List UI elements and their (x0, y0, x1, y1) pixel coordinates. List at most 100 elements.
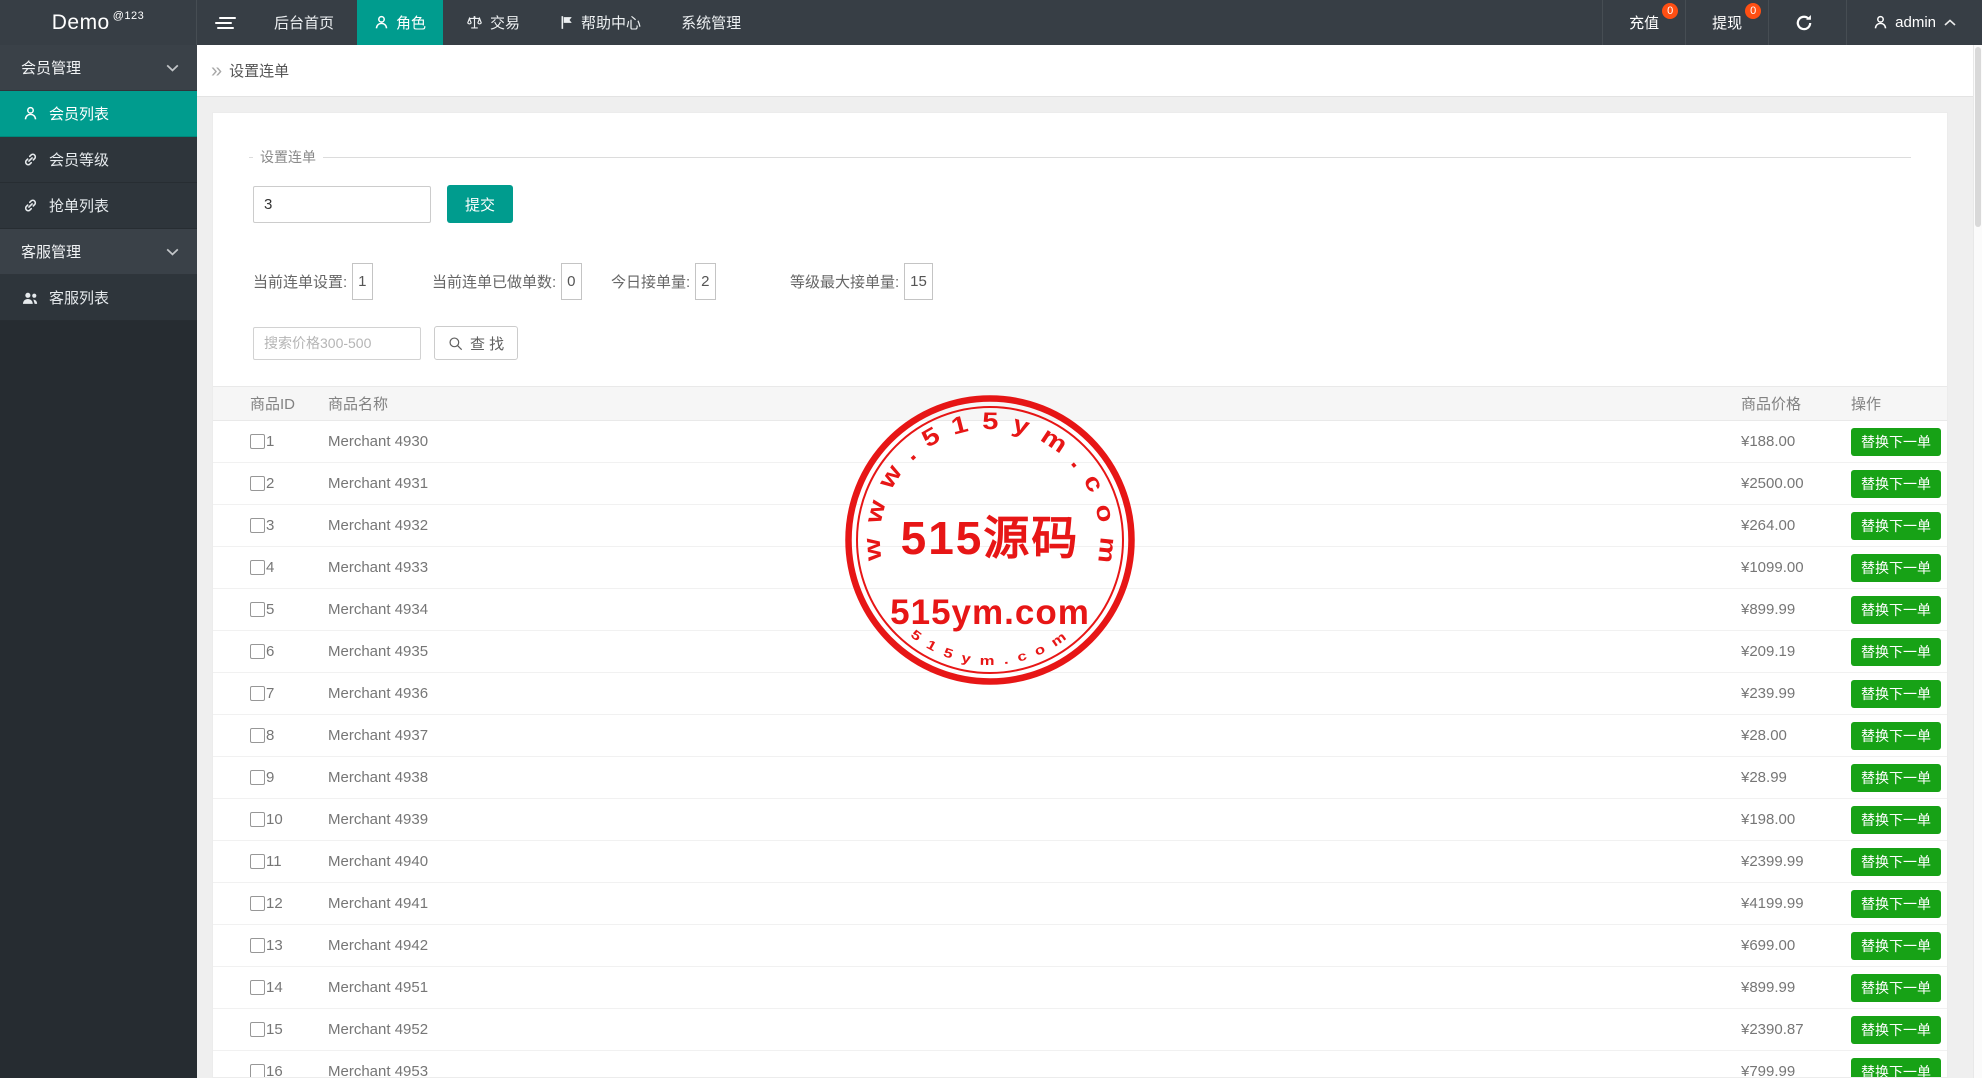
row-checkbox[interactable] (250, 434, 265, 449)
sidebar-toggle-icon[interactable] (197, 0, 253, 45)
row-checkbox[interactable] (250, 938, 265, 953)
withdraw-button[interactable]: 提现 0 (1685, 0, 1768, 45)
row-checkbox[interactable] (250, 518, 265, 533)
product-price-cell: ¥2399.99 (1741, 841, 1851, 883)
submit-button[interactable]: 提交 (447, 185, 513, 223)
withdraw-badge: 0 (1745, 3, 1761, 19)
stat-item: 等级最大接单量:15 (790, 263, 969, 300)
replace-next-order-button[interactable]: 替换下一单 (1851, 722, 1941, 750)
product-id: 6 (266, 643, 274, 660)
user-menu[interactable]: admin (1846, 0, 1982, 45)
replace-next-order-button[interactable]: 替换下一单 (1851, 848, 1941, 876)
replace-next-order-button[interactable]: 替换下一单 (1851, 680, 1941, 708)
row-checkbox[interactable] (250, 476, 265, 491)
product-price-cell: ¥899.99 (1741, 967, 1851, 1009)
product-name-cell: Merchant 4953 (328, 1051, 1741, 1078)
recharge-badge: 0 (1662, 3, 1678, 19)
product-id-cell: 15 (213, 1009, 328, 1051)
product-id-cell: 5 (213, 589, 328, 631)
replace-next-order-button[interactable]: 替换下一单 (1851, 470, 1941, 498)
product-name-cell: Merchant 4942 (328, 925, 1741, 967)
row-checkbox[interactable] (250, 728, 265, 743)
table-row: 15Merchant 4952¥2390.87替换下一单 (213, 1009, 1948, 1051)
table-row: 4Merchant 4933¥1099.00替换下一单 (213, 547, 1948, 589)
search-button[interactable]: 查 找 (434, 326, 518, 360)
chain-count-input[interactable] (253, 186, 431, 223)
stat-label: 当前连单已做单数: (432, 271, 556, 292)
row-checkbox[interactable] (250, 602, 265, 617)
sidebar-group-header-0[interactable]: 会员管理 (0, 45, 197, 91)
tab-label: 帮助中心 (581, 12, 641, 33)
stat-item: 当前连单已做单数:0 (432, 263, 611, 300)
logo-sup: @123 (113, 10, 145, 22)
page-scrollbar[interactable] (1973, 45, 1982, 1078)
table-row: 9Merchant 4938¥28.99替换下一单 (213, 757, 1948, 799)
row-checkbox[interactable] (250, 812, 265, 827)
tab-4[interactable]: 系统管理 (664, 0, 758, 45)
scrollbar-thumb[interactable] (1975, 47, 1981, 227)
product-price-cell: ¥799.99 (1741, 1051, 1851, 1078)
replace-next-order-button[interactable]: 替换下一单 (1851, 1058, 1941, 1078)
row-checkbox[interactable] (250, 686, 265, 701)
price-search-input[interactable] (253, 327, 421, 360)
replace-next-order-button[interactable]: 替换下一单 (1851, 974, 1941, 1002)
sidebar-item[interactable]: 会员等级 (0, 137, 197, 183)
sidebar-item[interactable]: 客服列表 (0, 275, 197, 321)
tab-1[interactable]: 角色 (357, 0, 443, 45)
recharge-label: 充值 (1629, 12, 1659, 33)
row-checkbox[interactable] (250, 896, 265, 911)
tab-2[interactable]: 交易 (449, 0, 537, 45)
fieldset-legend: 设置连单 (253, 147, 323, 167)
col-header-product-name: 商品名称 (328, 387, 1741, 421)
search-button-label: 查 找 (470, 333, 504, 354)
product-name-cell: Merchant 4941 (328, 883, 1741, 925)
person-icon (21, 106, 39, 121)
replace-next-order-button[interactable]: 替换下一单 (1851, 428, 1941, 456)
product-id-cell: 11 (213, 841, 328, 883)
sidebar-group-header-1[interactable]: 客服管理 (0, 229, 197, 275)
stat-item: 当前连单设置:1 (253, 263, 432, 300)
tab-0[interactable]: 后台首页 (257, 0, 351, 45)
row-checkbox[interactable] (250, 1064, 265, 1078)
product-id-cell: 16 (213, 1051, 328, 1078)
product-name-cell: Merchant 4934 (328, 589, 1741, 631)
replace-next-order-button[interactable]: 替换下一单 (1851, 1016, 1941, 1044)
refresh-button[interactable] (1768, 0, 1846, 45)
product-price-cell: ¥239.99 (1741, 673, 1851, 715)
table-row: 10Merchant 4939¥198.00替换下一单 (213, 799, 1948, 841)
topbar: Demo@123 后台首页角色交易帮助中心系统管理 充值 0 提现 0 admi… (0, 0, 1982, 45)
product-name-cell: Merchant 4935 (328, 631, 1741, 673)
product-name-cell: Merchant 4931 (328, 463, 1741, 505)
replace-next-order-button[interactable]: 替换下一单 (1851, 932, 1941, 960)
row-checkbox[interactable] (250, 770, 265, 785)
chain-order-fieldset: 设置连单 提交 当前连单设置:1当前连单已做单数:0今日接单量:2等级最大接单量… (249, 147, 1911, 360)
product-id: 10 (266, 811, 283, 828)
stat-value: 1 (352, 263, 372, 300)
product-name-cell: Merchant 4932 (328, 505, 1741, 547)
product-id-cell: 6 (213, 631, 328, 673)
row-checkbox[interactable] (250, 854, 265, 869)
table-row: 13Merchant 4942¥699.00替换下一单 (213, 925, 1948, 967)
people-icon (21, 291, 39, 305)
sidebar-group-label: 会员管理 (21, 57, 81, 78)
replace-next-order-button[interactable]: 替换下一单 (1851, 806, 1941, 834)
recharge-button[interactable]: 充值 0 (1602, 0, 1685, 45)
row-checkbox[interactable] (250, 560, 265, 575)
replace-next-order-button[interactable]: 替换下一单 (1851, 764, 1941, 792)
replace-next-order-button[interactable]: 替换下一单 (1851, 596, 1941, 624)
tab-3[interactable]: 帮助中心 (543, 0, 658, 45)
breadcrumb: 设置连单 (229, 60, 289, 81)
product-name-cell: Merchant 4939 (328, 799, 1741, 841)
replace-next-order-button[interactable]: 替换下一单 (1851, 512, 1941, 540)
row-checkbox[interactable] (250, 644, 265, 659)
scales-icon (466, 15, 483, 30)
replace-next-order-button[interactable]: 替换下一单 (1851, 890, 1941, 918)
product-id-cell: 7 (213, 673, 328, 715)
row-checkbox[interactable] (250, 980, 265, 995)
row-checkbox[interactable] (250, 1022, 265, 1037)
replace-next-order-button[interactable]: 替换下一单 (1851, 554, 1941, 582)
withdraw-label: 提现 (1712, 12, 1742, 33)
sidebar-item[interactable]: 会员列表 (0, 91, 197, 137)
sidebar-item[interactable]: 抢单列表 (0, 183, 197, 229)
replace-next-order-button[interactable]: 替换下一单 (1851, 638, 1941, 666)
